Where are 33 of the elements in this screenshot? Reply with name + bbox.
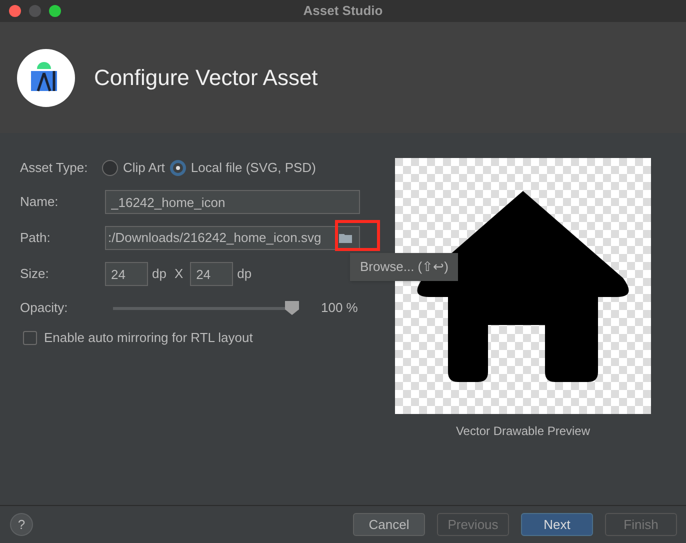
dialog-button[interactable]: Next bbox=[521, 513, 593, 536]
help-button[interactable]: ? bbox=[10, 513, 33, 536]
unit-label: dp bbox=[237, 265, 252, 284]
radio-label: Local file (SVG, PSD) bbox=[190, 159, 316, 178]
field-label: Name: bbox=[20, 193, 60, 212]
window-title: Asset Studio bbox=[303, 2, 383, 20]
field-label: Asset Type: bbox=[20, 159, 89, 178]
close-window-button[interactable] bbox=[9, 5, 21, 17]
path-field[interactable]: :/Downloads/216242_home_icon.svg bbox=[105, 226, 360, 250]
radio-button[interactable] bbox=[170, 160, 186, 176]
zoom-window-button[interactable] bbox=[49, 5, 61, 17]
radio-label: Clip Art bbox=[123, 159, 165, 178]
tooltip: Browse... (⇧↩) bbox=[350, 253, 458, 281]
page-title: Configure Vector Asset bbox=[94, 64, 318, 92]
separator-label: X bbox=[174, 265, 184, 284]
preview-caption: Vector Drawable Preview bbox=[456, 423, 590, 440]
height-field[interactable]: 24 bbox=[190, 262, 234, 286]
unit-label: dp bbox=[152, 265, 166, 284]
app-logo-icon bbox=[17, 48, 75, 106]
radio-button[interactable] bbox=[102, 160, 118, 176]
field-label: Opacity: bbox=[20, 299, 69, 318]
checkbox-label: Enable auto mirroring for RTL layout bbox=[44, 329, 253, 348]
field-label: Path: bbox=[20, 229, 52, 248]
house-icon bbox=[417, 191, 629, 382]
opacity-reading: 100 % bbox=[321, 299, 358, 318]
width-field[interactable]: 24 bbox=[105, 262, 148, 286]
folder-icon bbox=[339, 233, 353, 243]
checkbox[interactable] bbox=[23, 331, 37, 345]
slider-thumb[interactable] bbox=[285, 301, 299, 315]
name-field[interactable]: _16242_home_icon bbox=[105, 190, 360, 214]
opacity-slider[interactable] bbox=[113, 301, 299, 315]
field-label: Size: bbox=[20, 265, 50, 284]
dialog-button[interactable]: Cancel bbox=[353, 513, 425, 536]
